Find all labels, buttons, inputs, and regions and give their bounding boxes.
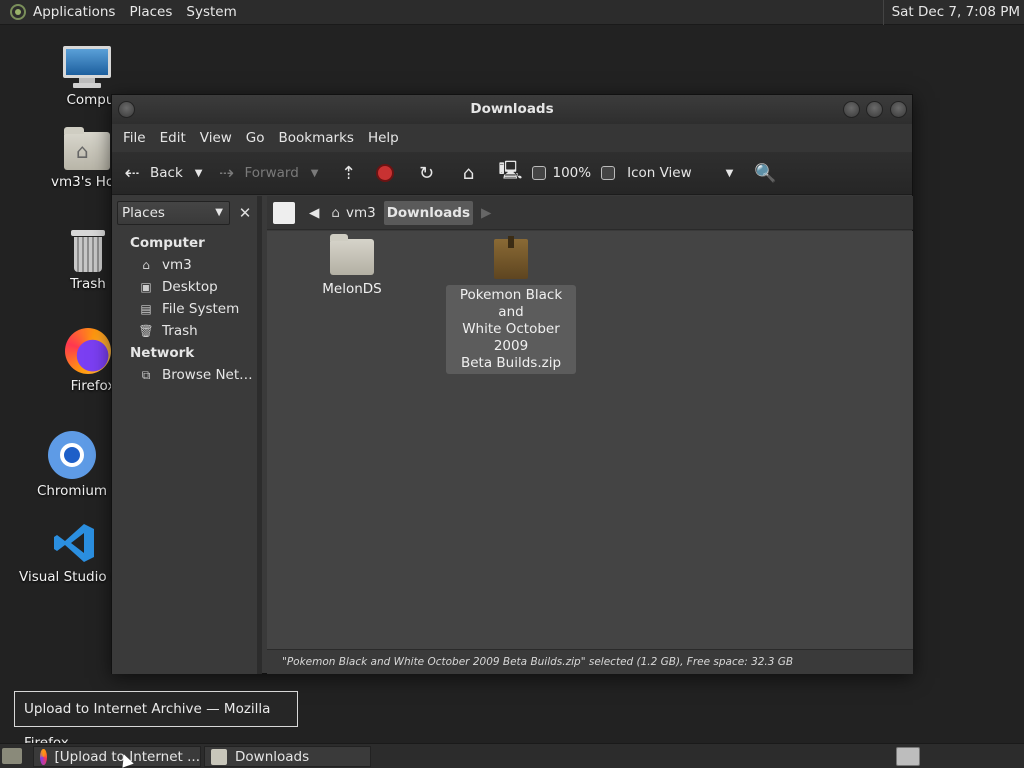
menu-places[interactable]: Places <box>122 4 179 20</box>
file-item-pokemon-zip[interactable]: Pokemon Black and White October 2009 Bet… <box>446 236 576 374</box>
back-arrow-icon: ⇠ <box>124 162 140 184</box>
path-scroll-left-icon[interactable]: ◀ <box>305 201 323 225</box>
places-list: Computer ⌂ vm3 ▣ Desktop ▤ File System 🗑… <box>112 233 257 387</box>
computer-header: Computer <box>130 235 205 251</box>
computer-icon <box>63 46 111 88</box>
task-firefox[interactable]: [Upload to Internet ... <box>33 746 201 767</box>
menu-applications[interactable]: Applications <box>26 4 122 20</box>
chromium-icon <box>48 431 96 479</box>
zip-archive-icon <box>494 236 528 279</box>
sidebar: Places ▼ ✕ Computer ⌂ vm3 ▣ Desktop ▤ Fi… <box>112 196 262 674</box>
firefox-icon <box>65 328 111 374</box>
zoom-in-button[interactable] <box>601 166 616 180</box>
sidebar-item-file-system[interactable]: ▤ File System <box>112 299 257 321</box>
computer-button[interactable]: 🖳 <box>498 158 522 188</box>
workspace-switcher[interactable] <box>896 747 920 766</box>
menu-view[interactable]: View <box>193 130 239 146</box>
menu-bookmarks[interactable]: Bookmarks <box>272 130 361 146</box>
path-segment-downloads[interactable]: Downloads <box>383 200 473 225</box>
search-icon: 🔍 <box>754 162 777 184</box>
home-folder-icon: ⌂ <box>64 127 110 170</box>
reload-button[interactable]: ↻ <box>414 163 438 184</box>
close-sidebar-button[interactable]: ✕ <box>235 201 255 225</box>
menu-file[interactable]: File <box>116 130 153 146</box>
stop-button[interactable] <box>376 164 395 182</box>
file-manager-window: Downloads File Edit View Go Bookmarks He… <box>111 94 913 674</box>
top-panel: Applications Places System Sat Dec 7, 7:… <box>0 0 1024 25</box>
folder-icon <box>211 748 227 765</box>
zoom-in-icon <box>601 166 616 180</box>
forward-history-dropdown-icon[interactable]: ▼ <box>311 168 319 179</box>
applications-menu-icon[interactable] <box>10 4 26 20</box>
sidebar-item-vm3[interactable]: ⌂ vm3 <box>112 255 257 277</box>
task-downloads[interactable]: Downloads <box>204 746 371 767</box>
file-item-melonds[interactable]: MelonDS <box>307 234 397 297</box>
taskbar-tooltip: Upload to Internet Archive — Mozilla Fir… <box>14 691 298 751</box>
vscode-icon <box>52 521 96 565</box>
back-history-dropdown-icon[interactable]: ▼ <box>195 168 203 179</box>
window-menu-button[interactable] <box>118 101 135 118</box>
menu-help[interactable]: Help <box>361 130 406 146</box>
menu-go[interactable]: Go <box>239 130 272 146</box>
up-arrow-icon: ⇡ <box>340 162 357 184</box>
reload-icon: ↻ <box>418 162 435 184</box>
toolbar: ⇠ Back ▼ ⇢ Forward ▼ ⇡ ↻ ⌂ 🖳 100% Icon V… <box>112 152 912 195</box>
desktop-label: Visual Studio Code <box>19 569 111 585</box>
places-combo[interactable]: Places ▼ <box>117 201 230 225</box>
computer-icon: 🖳 <box>498 160 523 181</box>
network-icon: ⧉ <box>141 368 151 382</box>
file-name-selected: Pokemon Black and White October 2009 Bet… <box>446 285 576 374</box>
up-button[interactable]: ⇡ <box>336 163 360 184</box>
file-name: MelonDS <box>322 281 382 297</box>
file-view[interactable]: MelonDS Pokemon Black and White October … <box>267 231 913 649</box>
zoom-level[interactable]: 100% <box>552 165 591 181</box>
chevron-down-icon: ▼ <box>215 207 223 218</box>
trash-icon <box>71 230 105 272</box>
show-desktop-button[interactable] <box>2 748 22 764</box>
search-button[interactable]: 🔍 <box>753 163 777 184</box>
firefox-icon <box>40 748 47 765</box>
desktop-folder-icon: ▣ <box>140 280 152 294</box>
window-titlebar[interactable]: Downloads <box>112 95 912 124</box>
drive-icon: ▤ <box>140 302 152 316</box>
path-segment-vm3[interactable]: ⌂ vm3 <box>327 201 379 225</box>
edit-location-button[interactable] <box>273 201 295 224</box>
status-bar: "Pokemon Black and White October 2009 Be… <box>267 649 913 674</box>
bottom-panel: [Upload to Internet ... Downloads <box>0 743 1024 768</box>
maximize-button[interactable] <box>866 101 883 118</box>
back-button[interactable]: ⇠ Back ▼ <box>120 163 202 184</box>
sidebar-item-desktop[interactable]: ▣ Desktop <box>112 277 257 299</box>
home-icon: ⌂ <box>142 258 150 272</box>
menu-edit[interactable]: Edit <box>153 130 193 146</box>
clock[interactable]: Sat Dec 7, 7:08 PM <box>882 0 1024 25</box>
close-button[interactable] <box>890 101 907 118</box>
path-scroll-right-icon[interactable]: ▶ <box>477 201 495 225</box>
chevron-down-icon: ▼ <box>725 167 734 179</box>
trash-icon: 🗑 <box>138 324 154 338</box>
home-icon: ⌂ <box>462 162 475 184</box>
sidebar-item-browse-network[interactable]: ⧉ Browse Net… <box>112 365 257 387</box>
home-button[interactable]: ⌂ <box>456 163 480 184</box>
zoom-out-icon <box>532 166 547 180</box>
stop-icon <box>376 164 395 182</box>
menubar: File Edit View Go Bookmarks Help <box>112 124 912 152</box>
network-header: Network <box>130 345 195 361</box>
window-title: Downloads <box>470 101 554 117</box>
forward-button[interactable]: ⇢ Forward ▼ <box>214 162 319 184</box>
minimize-button[interactable] <box>843 101 860 118</box>
home-icon: ⌂ <box>331 204 340 221</box>
menu-system[interactable]: System <box>179 4 243 20</box>
zoom-out-button[interactable] <box>532 166 547 180</box>
view-mode-select[interactable]: Icon View ▼ <box>627 165 733 181</box>
folder-icon <box>330 234 374 275</box>
forward-arrow-icon: ⇢ <box>218 162 235 184</box>
sidebar-item-trash[interactable]: 🗑 Trash <box>112 321 257 343</box>
path-bar: ◀ ⌂ vm3 Downloads ▶ <box>267 196 913 230</box>
